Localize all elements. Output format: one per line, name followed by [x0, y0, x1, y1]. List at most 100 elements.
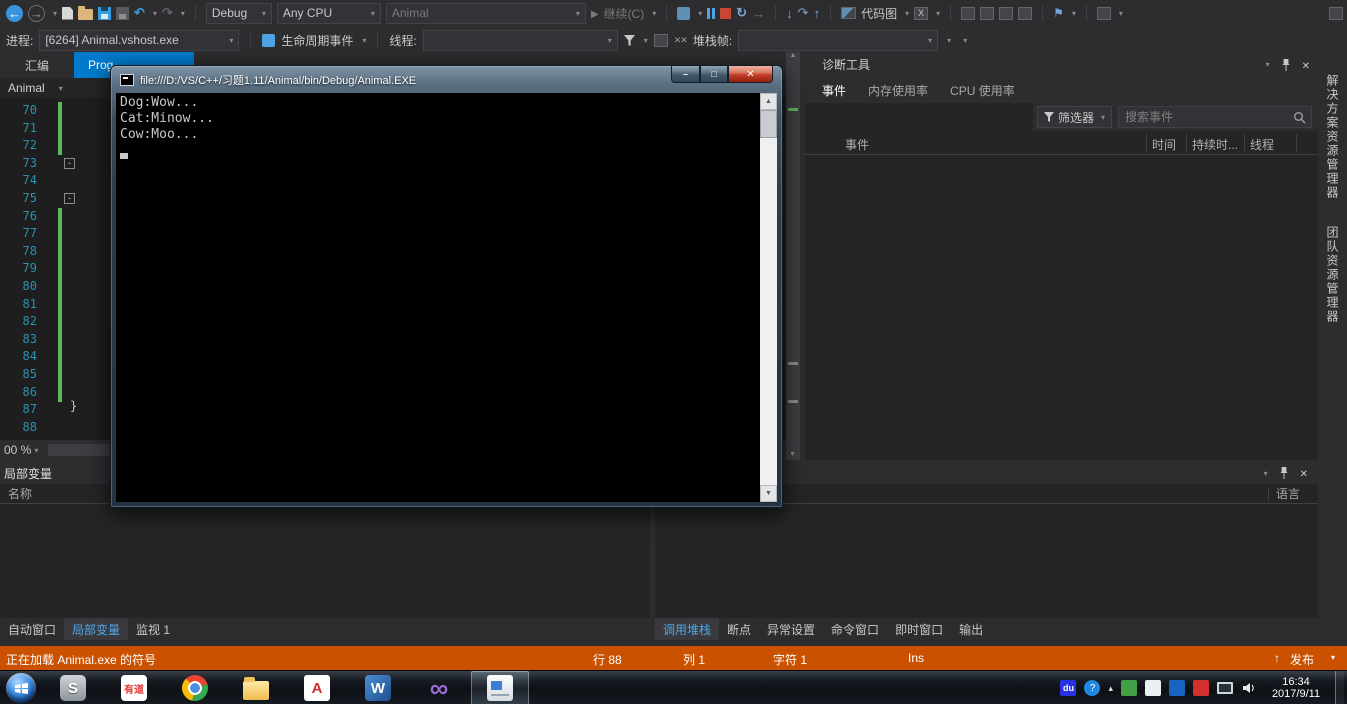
continue-icon[interactable]	[591, 6, 599, 20]
flag-tray-icon[interactable]	[1193, 680, 1209, 696]
thread-filter-icon[interactable]	[623, 34, 635, 46]
tab-disassembly[interactable]: 汇编	[0, 52, 74, 78]
tab-solution-explorer[interactable]: 解决方案资源管理器	[1324, 74, 1341, 200]
search-icon[interactable]	[1293, 111, 1306, 124]
column-time[interactable]: 时间	[1152, 136, 1176, 153]
search-events-box[interactable]	[1118, 106, 1312, 128]
tab-memory-usage[interactable]: 内存使用率	[859, 78, 937, 103]
bookmark-icon[interactable]	[1053, 6, 1064, 20]
toolbar-overflow-icon[interactable]	[963, 36, 967, 45]
tab-output[interactable]: 输出	[951, 618, 991, 640]
extensions-icon[interactable]	[1096, 6, 1111, 20]
tray-clock[interactable]: 16:34 2017/9/11	[1265, 676, 1327, 700]
stack-frame-dropdown[interactable]	[738, 29, 939, 51]
navigate-window-icon[interactable]	[1018, 6, 1033, 20]
tab-command-window[interactable]: 命令窗口	[823, 618, 887, 640]
pin-icon[interactable]	[1281, 58, 1291, 71]
taskbar-button-word[interactable]: W	[349, 671, 407, 704]
startup-project-dropdown[interactable]: Animal	[385, 2, 586, 24]
network-tray-icon[interactable]	[1217, 682, 1233, 694]
close-button[interactable]	[728, 66, 773, 83]
architecture-caret-icon[interactable]	[936, 9, 940, 18]
baidu-tray-icon[interactable]: du	[1060, 680, 1077, 696]
undo-caret-icon[interactable]	[153, 9, 157, 18]
console-title-bar[interactable]: file:///D:/VS/C++/习题1.11/Animal/bin/Debu…	[120, 72, 416, 88]
console-output-area[interactable]: Dog:Wow... Cat:Minow... Cow:Moo...	[116, 93, 777, 502]
platform-dropdown[interactable]: Any CPU	[276, 2, 381, 24]
close-icon[interactable]	[1302, 58, 1310, 72]
column-name[interactable]: 名称	[8, 485, 32, 502]
solution-config-dropdown[interactable]: Debug	[205, 2, 272, 24]
taskbar-button-adobe-reader[interactable]: A	[288, 671, 346, 704]
messenger-tray-icon[interactable]	[1169, 680, 1185, 696]
new-file-icon[interactable]	[62, 6, 74, 20]
publish-arrow-icon[interactable]: ↑	[1274, 651, 1280, 665]
scroll-down-icon[interactable]	[789, 451, 796, 458]
show-flagged-only-icon[interactable]: ✕✕	[674, 35, 688, 46]
zoom-dropdown[interactable]: 00 %	[4, 443, 38, 457]
thread-dropdown[interactable]	[422, 29, 618, 51]
editor-vertical-scrollbar[interactable]	[786, 52, 800, 460]
taskbar-button-explorer[interactable]	[227, 671, 285, 704]
column-event[interactable]: 事件	[845, 136, 869, 153]
show-next-statement-icon[interactable]	[752, 6, 765, 21]
step-into-icon[interactable]	[786, 6, 793, 21]
tab-breakpoints[interactable]: 断点	[719, 618, 759, 640]
show-hidden-icons-arrow[interactable]	[1108, 683, 1113, 694]
split-window-icon[interactable]	[980, 6, 995, 20]
lifecycle-events-icon[interactable]	[262, 33, 276, 47]
nav-history-caret-icon[interactable]	[53, 9, 57, 18]
codemap-icon[interactable]	[841, 7, 857, 19]
attach-process-icon[interactable]	[677, 6, 691, 20]
project-dropdown-caret-icon[interactable]	[59, 84, 63, 93]
start-button[interactable]	[6, 673, 36, 703]
publish-caret-icon[interactable]	[1331, 653, 1335, 662]
architecture-icon[interactable]: X	[914, 6, 929, 20]
volume-icon[interactable]	[1241, 680, 1257, 696]
console-scroll-down-icon[interactable]	[760, 485, 777, 502]
project-dropdown[interactable]: Animal	[8, 81, 45, 95]
scroll-up-icon[interactable]	[790, 52, 797, 59]
tab-events[interactable]: 事件	[813, 78, 855, 103]
stack-frame-caret-icon[interactable]	[947, 36, 951, 45]
continue-label[interactable]: 继续(C)	[604, 5, 645, 22]
minimize-button[interactable]	[671, 66, 700, 83]
tab-immediate-window[interactable]: 即时窗口	[887, 618, 951, 640]
tab-team-explorer[interactable]: 团队资源管理器	[1324, 226, 1341, 324]
close-icon[interactable]	[1300, 466, 1308, 480]
navigate-forward-icon[interactable]	[28, 4, 45, 22]
open-file-icon[interactable]	[78, 5, 94, 20]
filter-button[interactable]: 筛选器	[1037, 106, 1113, 128]
taskbar-button-running-console-app[interactable]	[471, 671, 529, 704]
tab-autos[interactable]: 自动窗口	[0, 618, 64, 640]
antivirus-tray-icon[interactable]	[1121, 680, 1137, 696]
stop-debugging-icon[interactable]	[720, 7, 732, 19]
window-layout-icon[interactable]	[961, 6, 976, 20]
taskbar-button-youdao[interactable]: 有道	[105, 671, 163, 704]
taskbar-button-visual-studio[interactable]: ∞	[410, 671, 468, 704]
flag-threads-icon[interactable]	[653, 33, 668, 47]
restart-icon[interactable]	[736, 5, 747, 21]
console-window[interactable]: file:///D:/VS/C++/习题1.11/Animal/bin/Debu…	[110, 65, 783, 508]
tab-cpu-usage[interactable]: CPU 使用率	[941, 78, 1024, 103]
toolbar-options-icon[interactable]	[1329, 6, 1343, 20]
column-language[interactable]: 语言	[1276, 485, 1300, 502]
bookmark-caret-icon[interactable]	[1072, 9, 1076, 18]
console-scrollbar[interactable]	[760, 93, 777, 502]
column-thread[interactable]: 线程	[1250, 136, 1274, 153]
tab-watch-1[interactable]: 监视 1	[128, 618, 178, 640]
step-over-icon[interactable]	[798, 5, 809, 21]
continue-caret-icon[interactable]	[652, 9, 656, 18]
diagnostics-title-bar[interactable]: 诊断工具	[805, 52, 1318, 77]
break-all-icon[interactable]	[707, 7, 716, 19]
tab-call-stack[interactable]: 调用堆栈	[655, 618, 720, 640]
tab-exception-settings[interactable]: 异常设置	[759, 618, 823, 640]
help-tray-icon[interactable]: ?	[1084, 680, 1101, 696]
save-icon[interactable]	[98, 6, 112, 20]
publish-button[interactable]: 发布	[1290, 651, 1314, 668]
taskbar-button-s-app[interactable]: S	[44, 671, 102, 704]
undo-icon[interactable]	[134, 5, 145, 21]
fold-collapse-marker[interactable]	[64, 158, 75, 169]
process-dropdown[interactable]: [6264] Animal.vshost.exe	[39, 29, 240, 51]
ime-tray-icon[interactable]	[1145, 680, 1161, 696]
